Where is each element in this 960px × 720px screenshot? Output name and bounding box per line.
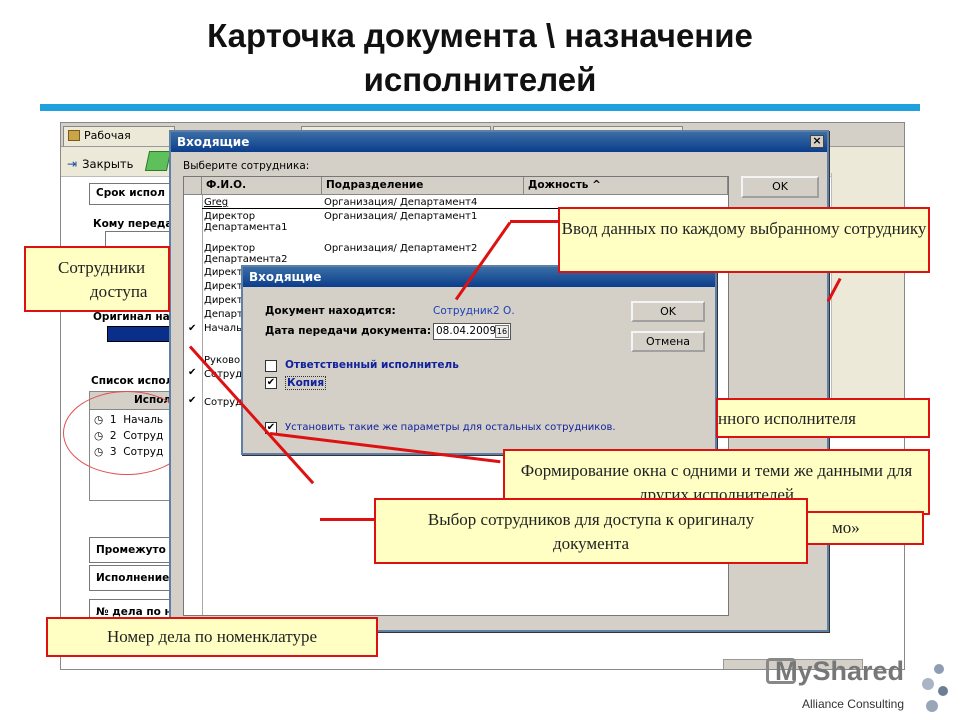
executors-list-label: Список испол (91, 375, 174, 387)
interim-field: Промежуто (89, 537, 179, 563)
table-row-name[interactable]: Директор Департамента1 (204, 211, 287, 233)
callout-text-line: Сотрудники (58, 258, 146, 277)
table-row-name[interactable]: Руково (204, 355, 240, 366)
callout-partial: мо» (806, 511, 924, 545)
to-label: Кому переда (93, 218, 173, 230)
table-row-name[interactable]: Директор Департамента2 (204, 243, 287, 265)
copy-checkbox[interactable]: ✔ (265, 377, 277, 389)
calendar-icon[interactable]: 16 (495, 325, 509, 338)
dialog-title: Входящие (177, 135, 250, 149)
folder-icon (68, 130, 80, 141)
table-row-name[interactable]: Директ (204, 267, 243, 278)
table-row-name[interactable]: Директ (204, 295, 243, 306)
transfer-date-value: 08.04.2009 (436, 325, 497, 337)
ok-button[interactable]: OK (741, 176, 819, 198)
col-fio[interactable]: Ф.И.О. (202, 177, 322, 195)
connector-line (510, 220, 558, 223)
row-checkmark[interactable]: ✔ (188, 395, 196, 406)
responsible-label: Ответственный исполнитель (285, 359, 459, 371)
brand-subtitle: Alliance Consulting (801, 697, 904, 711)
cancel-button[interactable]: Отмена (631, 331, 705, 352)
callout-responsible: нного исполнителя (716, 398, 930, 438)
exit-icon: ⇥ (67, 157, 78, 171)
table-row-name[interactable]: Директ (204, 281, 243, 292)
table-row-dept: Организация/ Департамент4 (324, 197, 478, 208)
grid-corner (184, 177, 202, 195)
title-divider (40, 104, 920, 111)
transfer-date-input[interactable]: 08.04.2009 16 (433, 323, 511, 340)
gutter-line (202, 195, 203, 615)
original-input[interactable] (107, 326, 171, 342)
tab-workspace[interactable]: Рабочая область (63, 126, 175, 160)
table-row-dept: Организация/ Департамент1 (324, 211, 478, 222)
dialog-title: Входящие (249, 270, 322, 284)
callout-text-line: доступа (90, 282, 148, 301)
table-row-name[interactable]: Greg (204, 197, 228, 208)
table-row-name[interactable]: Департ (204, 309, 243, 320)
callout-case-number: Номер дела по номенклатуре (46, 617, 378, 657)
copy-label: Копия (285, 376, 327, 390)
deadline-field: Срок испол (89, 183, 179, 205)
close-button-label: Закрыть (82, 157, 134, 171)
connector-line (320, 518, 376, 521)
close-icon[interactable]: × (810, 135, 824, 148)
employee-params-dialog: Входящие Документ находится: Сотрудник2 … (241, 265, 717, 455)
dialog-titlebar: Входящие × (171, 132, 827, 152)
ok-button[interactable]: OK (631, 301, 705, 322)
close-button[interactable]: ⇥ Закрыть (67, 153, 133, 172)
row-checkmark[interactable]: ✔ (188, 323, 196, 334)
col-department[interactable]: Подразделение (322, 177, 524, 195)
doc-location-label: Документ находится: (265, 305, 396, 317)
responsible-checkbox[interactable] (265, 360, 277, 372)
save-icon[interactable] (144, 151, 172, 171)
decorative-dots-icon (918, 664, 952, 716)
doc-location-value[interactable]: Сотрудник2 О. (433, 305, 515, 317)
original-label: Оригинал на (93, 311, 170, 323)
slide-title: Карточка документа \ назначение исполнит… (0, 14, 960, 102)
select-prompt: Выберите сотрудника: (183, 160, 310, 172)
row-checkmark[interactable]: ✔ (188, 367, 196, 378)
brand-name: MyShared (774, 656, 904, 686)
slide-title-line2: исполнителей (363, 61, 597, 98)
callout-select-original: Выбор сотрудников для доступа к оригинал… (374, 498, 808, 564)
col-position[interactable]: Дожность ^ (524, 177, 728, 195)
table-row-dept: Организация/ Департамент2 (324, 243, 478, 254)
callout-employees-access: Сотрудники доступа (24, 246, 170, 312)
callout-per-employee: Ввод данных по каждому выбранному сотруд… (558, 207, 930, 273)
slide-title-line1: Карточка документа \ назначение (207, 17, 753, 54)
execution-field: Исполнение (89, 565, 179, 591)
table-row-name[interactable]: Началь (204, 323, 242, 334)
apply-same-label: Установить такие же параметры для осталь… (285, 422, 616, 433)
transfer-date-label: Дата передачи документа: (265, 325, 432, 337)
